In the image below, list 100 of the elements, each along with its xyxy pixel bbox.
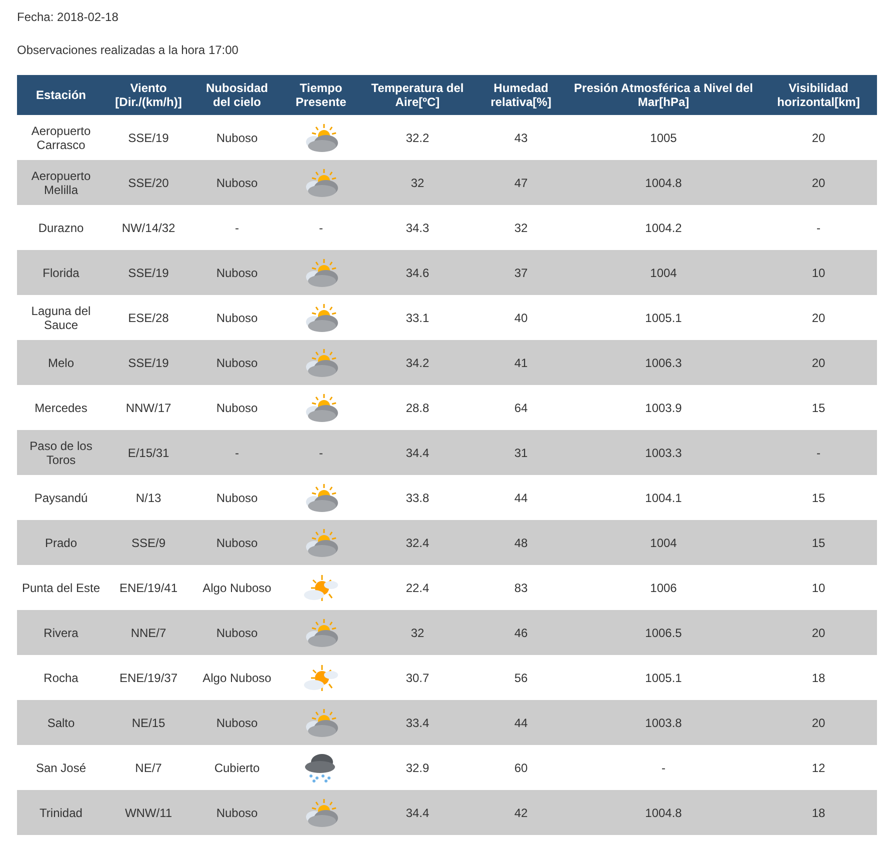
humidity-cell: 48 [514,536,528,550]
weather-cell: - [319,446,323,460]
station-cell: Aeropuerto Carrasco [31,124,91,152]
temperature-cell: 34.4 [406,446,430,460]
wind-cell: NE/7 [135,760,162,774]
station-cell: Prado [44,536,78,550]
temperature-cell: 32.2 [406,130,430,144]
visibility-cell: 12 [812,760,826,774]
temperature-cell: 32 [410,626,424,640]
column-header: Nubosidad del cielo [192,75,282,115]
wind-cell: NW/14/32 [122,220,176,234]
visibility-cell: 10 [812,266,826,280]
station-cell: Paysandú [34,490,88,504]
pressure-cell: 1006 [650,580,677,594]
column-header: Humedad relativa[%] [475,75,567,115]
station-cell: Rocha [44,670,78,684]
cloudiness-cell: Cubierto [214,760,260,774]
cloudiness-cell: Nuboso [216,400,258,414]
visibility-cell: 15 [812,490,826,504]
humidity-cell: 42 [514,806,528,820]
humidity-cell: 56 [514,670,528,684]
visibility-cell: 20 [812,310,826,324]
pressure-cell: 1003.3 [645,446,682,460]
cloudiness-cell: Nuboso [216,716,258,730]
visibility-cell: 20 [812,626,826,640]
humidity-cell: 40 [514,310,528,324]
temperature-cell: 28.8 [406,400,430,414]
station-cell: San José [36,760,86,774]
visibility-cell: - [816,220,820,234]
humidity-cell: 43 [514,130,528,144]
station-cell: Florida [42,266,80,280]
temperature-cell: 34.2 [406,356,430,370]
visibility-cell: 20 [812,176,826,190]
wind-cell: WNW/11 [124,806,172,820]
visibility-cell: 15 [812,400,826,414]
temperature-cell: 32.4 [406,536,430,550]
cloudiness-cell: Algo Nuboso [202,670,272,684]
pressure-cell: 1004 [650,266,677,280]
station-cell: Laguna del Sauce [31,304,91,332]
cloudiness-cell: Nuboso [216,356,258,370]
visibility-cell: 20 [812,130,826,144]
humidity-cell: 41 [514,356,528,370]
station-cell: Durazno [38,220,84,234]
temperature-cell: 34.6 [406,266,430,280]
wind-cell: E/15/31 [128,446,170,460]
pressure-cell: 1005.1 [645,670,682,684]
humidity-cell: 37 [514,266,528,280]
station-cell: Paso de los Toros [30,438,92,466]
cloudiness-cell: Nuboso [216,176,258,190]
temperature-cell: 34.4 [406,806,430,820]
humidity-cell: 60 [514,760,528,774]
visibility-cell: 20 [812,356,826,370]
pressure-cell: 1005 [650,130,677,144]
wind-cell: ENE/19/41 [119,580,178,594]
visibility-cell: 15 [812,536,826,550]
wind-cell: ESE/28 [128,310,169,324]
temperature-cell: 32.9 [406,760,430,774]
wind-cell: SSE/19 [128,356,169,370]
weather-cell: - [319,220,323,234]
column-header: Viento [Dir./(km/h)] [105,75,192,115]
pressure-cell: 1004.2 [645,220,682,234]
wind-cell: SSE/19 [128,266,169,280]
humidity-cell: 44 [514,490,528,504]
column-header: Presión Atmosférica a Nivel del Mar[hPa] [567,75,760,115]
cloudiness-cell: Nuboso [216,536,258,550]
column-header: Estación [17,75,105,115]
date-text: Fecha: 2018-02-18 [17,9,118,26]
cloudiness-cell: Nuboso [216,310,258,324]
pressure-cell: 1003.8 [645,716,682,730]
pressure-cell: 1006.5 [645,626,682,640]
humidity-cell: 44 [514,716,528,730]
pressure-cell: 1004.8 [645,806,682,820]
humidity-cell: 31 [514,446,528,460]
visibility-cell: 18 [812,806,826,820]
station-cell: Punta del Este [22,580,100,594]
pressure-cell: 1004.8 [645,176,682,190]
humidity-cell: 83 [514,580,528,594]
station-cell: Trinidad [40,806,82,820]
wind-cell: ENE/19/37 [119,670,178,684]
wind-cell: SSE/9 [131,536,166,550]
cloudiness-cell: Nuboso [216,130,258,144]
pressure-cell: - [662,760,666,774]
cloudiness-cell: Nuboso [216,806,258,820]
wind-cell: NNW/17 [126,400,172,414]
column-header: Tiempo Presente [282,75,360,115]
cloudiness-cell: Nuboso [216,490,258,504]
column-header: Temperatura del Aire[ºC] [360,75,475,115]
cloudiness-cell: - [235,446,239,460]
station-cell: Melo [48,356,74,370]
humidity-cell: 64 [514,400,528,414]
cloudiness-cell: Nuboso [216,266,258,280]
cloudiness-cell: Nuboso [216,626,258,640]
wind-cell: NE/15 [132,716,166,730]
wind-cell: N/13 [136,490,162,504]
pressure-cell: 1006.3 [645,356,682,370]
wind-cell: NNE/7 [130,626,166,640]
temperature-cell: 34.3 [406,220,430,234]
temperature-cell: 33.4 [406,716,430,730]
visibility-cell: 18 [812,670,826,684]
temperature-cell: 22.4 [406,580,430,594]
